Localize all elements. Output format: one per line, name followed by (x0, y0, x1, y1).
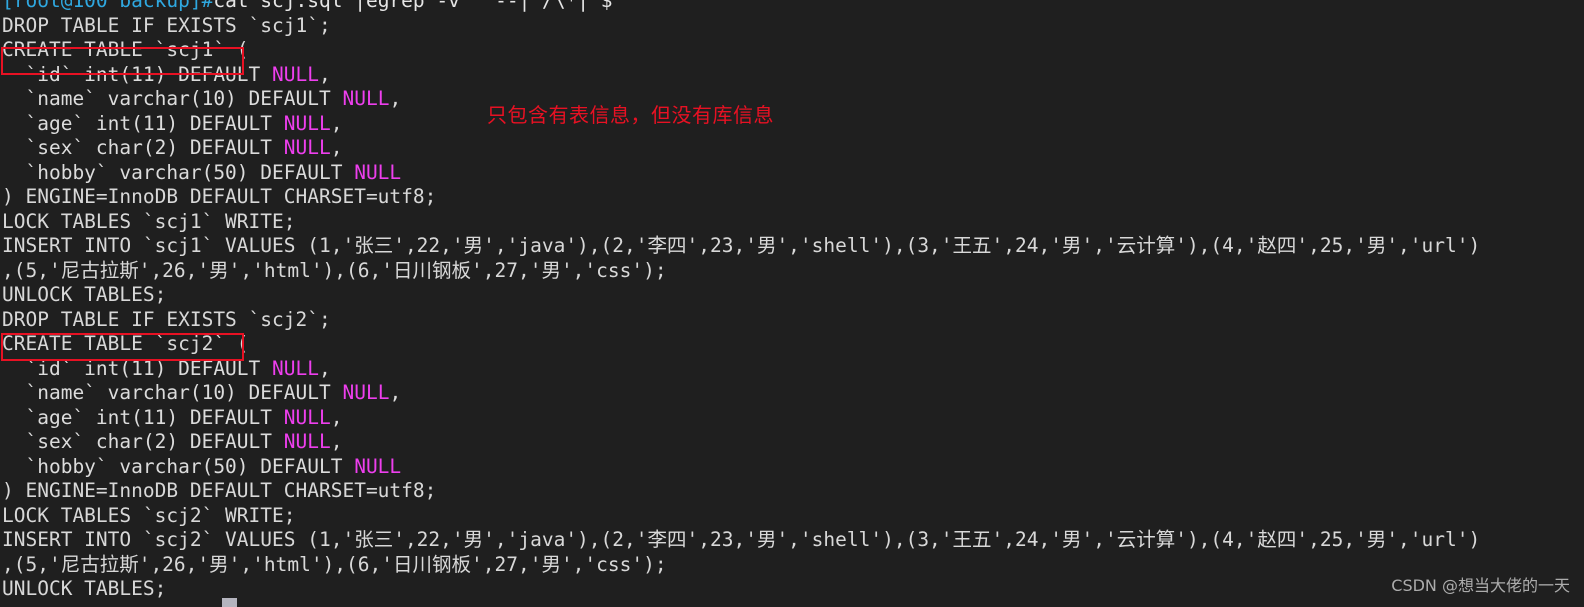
line-create-scj2: CREATE TABLE `scj2` ( (2, 332, 249, 355)
column-definition: `name` varchar(10) DEFAULT (2, 87, 343, 110)
null-keyword: NULL (354, 454, 402, 478)
column-definition: `sex` char(2) DEFAULT (2, 430, 284, 453)
line-drop-scj1: DROP TABLE IF EXISTS `scj1`; (2, 13, 331, 37)
line-scj2-col-name: `name` varchar(10) DEFAULT NULL, (0, 381, 1584, 406)
line-scj1-col-sex: `sex` char(2) DEFAULT NULL, (0, 136, 1584, 161)
line-suffix: , (389, 87, 402, 110)
line-scj1-col-hobby: `hobby` varchar(50) DEFAULT NULL (0, 161, 1584, 186)
null-keyword: NULL (283, 430, 331, 453)
column-definition: `id` int(11) DEFAULT (2, 62, 273, 86)
line-create-scj1: CREATE TABLE `scj1` ( (2, 38, 249, 61)
line-suffix: , (330, 430, 343, 453)
null-keyword: NULL (272, 356, 319, 380)
line-scj1-col-name: `name` varchar(10) DEFAULT NULL, (0, 87, 1584, 112)
terminal-window[interactable]: [root@100 backup]#cat scj.sql |egrep -v … (0, 0, 1584, 607)
line-scj2-lock: LOCK TABLES `scj2` WRITE; (2, 503, 296, 527)
line-scj1-col-age: `age` int(11) DEFAULT NULL, (0, 112, 1584, 137)
line-scj2-col-age: `age` int(11) DEFAULT NULL, (0, 406, 1584, 431)
line-prompt: [root@100 backup]#cat scj.sql |egrep -v … (0, 0, 1584, 14)
column-definition: `age` int(11) DEFAULT (2, 111, 284, 135)
line-drop-scj2: DROP TABLE IF EXISTS `scj2`; (2, 307, 331, 331)
null-keyword: NULL (283, 136, 331, 159)
line-scj1-col-id: `id` int(11) DEFAULT NULL, (0, 63, 1584, 88)
line-scj2-unlock: UNLOCK TABLES; (2, 577, 167, 600)
null-keyword: NULL (354, 160, 402, 184)
line-scj2-engine: ) ENGINE=InnoDB DEFAULT CHARSET=utf8; (2, 479, 437, 502)
annotation-note: 只包含有表信息，但没有库信息 (487, 103, 774, 127)
column-definition: `name` varchar(10) DEFAULT (2, 381, 343, 404)
line-suffix: , (319, 62, 331, 86)
column-definition: `hobby` varchar(50) DEFAULT (2, 160, 355, 184)
null-keyword: NULL (283, 111, 331, 135)
column-definition: `sex` char(2) DEFAULT (2, 136, 284, 159)
null-keyword: NULL (283, 405, 331, 429)
line-suffix: , (330, 136, 343, 159)
line-scj2-col-sex: `sex` char(2) DEFAULT NULL, (0, 430, 1584, 455)
null-keyword: NULL (272, 62, 319, 86)
line-scj2-col-id: `id` int(11) DEFAULT NULL, (0, 357, 1584, 382)
line-scj1-insert: INSERT INTO `scj1` VALUES (1,'张三',22,'男'… (2, 234, 1481, 257)
shell-command: cat scj.sql |egrep -v "^--|^/\*|^$" (213, 0, 625, 12)
watermark: CSDN @想当大佬的一天 (1391, 575, 1570, 595)
terminal-cursor (222, 598, 237, 607)
terminal-output: [root@100 backup]#cat scj.sql |egrep -v … (0, 0, 1584, 602)
column-definition: `id` int(11) DEFAULT (2, 356, 273, 380)
line-suffix: , (389, 381, 402, 404)
column-definition: `age` int(11) DEFAULT (2, 405, 284, 429)
line-suffix: , (330, 111, 343, 135)
column-definition: `hobby` varchar(50) DEFAULT (2, 454, 355, 478)
line-scj1-engine: ) ENGINE=InnoDB DEFAULT CHARSET=utf8; (2, 185, 437, 208)
line-suffix: , (330, 405, 343, 429)
line-scj1-lock: LOCK TABLES `scj1` WRITE; (2, 209, 296, 233)
line-scj2-insert: INSERT INTO `scj2` VALUES (1,'张三',22,'男'… (2, 528, 1481, 551)
null-keyword: NULL (342, 87, 390, 110)
line-scj1-insert-cont: ,(5,'尼古拉斯',26,'男','html'),(6,'日川钢板',27,'… (2, 258, 667, 282)
line-scj2-insert-cont: ,(5,'尼古拉斯',26,'男','html'),(6,'日川钢板',27,'… (2, 552, 667, 576)
line-scj1-unlock: UNLOCK TABLES; (2, 283, 167, 306)
null-keyword: NULL (342, 381, 390, 404)
line-scj2-col-hobby: `hobby` varchar(50) DEFAULT NULL (0, 455, 1584, 480)
shell-prompt: [root@100 backup]# (2, 0, 214, 12)
line-suffix: , (319, 356, 331, 380)
